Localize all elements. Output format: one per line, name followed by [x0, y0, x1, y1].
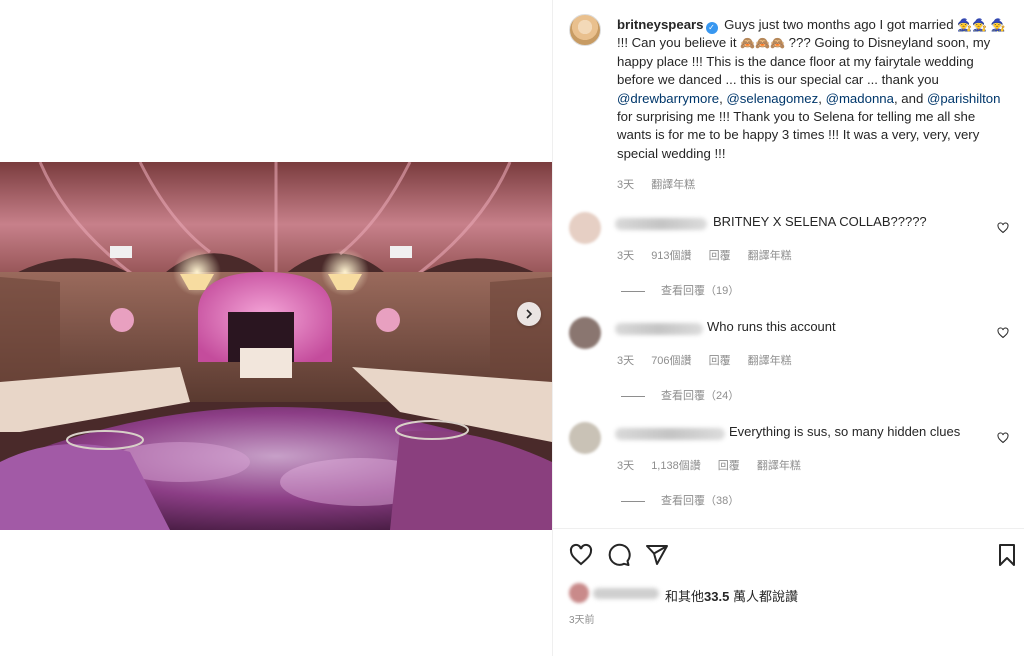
comment-likes[interactable]: 913個讚: [651, 250, 691, 262]
caption-time: 3天: [617, 179, 635, 191]
avatar[interactable]: [569, 422, 601, 454]
mention-link[interactable]: @parishilton: [927, 91, 1001, 106]
caption-part: for surprising me !!! Thank you to Selen…: [617, 109, 980, 161]
reply-button[interactable]: 回覆: [718, 460, 740, 472]
see-translation-button[interactable]: 翻譯年糕: [757, 460, 801, 472]
caption-part: , and: [893, 90, 927, 106]
reply-button[interactable]: 回覆: [709, 250, 731, 262]
comment-meta: 3天 1,138個讚 回覆 翻譯年糕: [617, 457, 815, 473]
mention-link[interactable]: @madonna: [826, 91, 894, 106]
see-translation-button[interactable]: 翻譯年糕: [651, 179, 695, 191]
post-timestamp: 3天前: [569, 615, 595, 626]
divider: [621, 290, 645, 292]
post-side-panel: britneyspears ✓ Guys just two months ago …: [552, 0, 1024, 656]
media-area: [0, 0, 552, 656]
comment-likes[interactable]: 706個讚: [651, 355, 691, 367]
likes-prefix: 和其他: [665, 589, 705, 604]
see-translation-button[interactable]: 翻譯年糕: [748, 355, 792, 367]
share-icon[interactable]: [645, 543, 669, 567]
blurred-username: [593, 588, 659, 599]
avatar[interactable]: [569, 212, 601, 244]
blurred-username[interactable]: [615, 428, 725, 440]
view-replies-label: 查看回覆（38）: [661, 495, 740, 507]
next-image-button[interactable]: [517, 302, 541, 326]
comment-meta: 3天 706個讚 回覆 翻譯年糕: [617, 352, 806, 368]
caption-text: britneyspears ✓ Guys just two months ago …: [617, 16, 1007, 163]
comment-meta: 3天 913個讚 回覆 翻譯年糕: [617, 247, 806, 263]
view-replies-button[interactable]: 查看回覆（19）: [621, 282, 739, 298]
heart-icon[interactable]: [997, 432, 1009, 444]
view-replies-label: 查看回覆（19）: [661, 285, 740, 297]
comment-text: BRITNEY X SELENA COLLAB?????: [713, 214, 927, 229]
divider: [621, 500, 645, 502]
view-replies-button[interactable]: 查看回覆（24）: [621, 387, 739, 403]
avatar[interactable]: [569, 14, 601, 46]
see-no-evil-monkey-emoji: 🙈: [770, 36, 786, 51]
view-replies-button[interactable]: 查看回覆（38）: [621, 492, 739, 508]
caption-part: Guys just two months ago I got married: [720, 17, 958, 32]
blurred-username[interactable]: [615, 218, 707, 230]
wizard-hat-emoji: 🧙: [957, 18, 973, 32]
chevron-right-icon: [526, 309, 533, 319]
username-link[interactable]: britneyspears: [617, 17, 704, 32]
avatar: [569, 583, 589, 603]
comment-time: 3天: [617, 460, 635, 472]
wizard-hat-emoji: 🧙: [990, 18, 1006, 32]
comment-time: 3天: [617, 250, 635, 262]
view-replies-label: 查看回覆（24）: [661, 390, 740, 402]
reply-button[interactable]: 回覆: [709, 355, 731, 367]
heart-icon[interactable]: [997, 327, 1009, 339]
caption-meta: 3天 翻譯年糕: [617, 176, 709, 192]
heart-icon[interactable]: [569, 543, 593, 567]
wedding-dance-floor-image: [0, 162, 552, 530]
likes-count: 和其他33.5 萬人都說讚: [665, 586, 798, 605]
verified-badge-icon: ✓: [705, 22, 718, 34]
see-no-evil-monkey-emoji: 🙈: [755, 36, 771, 51]
mention-link[interactable]: @selenagomez: [726, 91, 818, 106]
comment-text: Who runs this account: [707, 319, 836, 334]
blurred-username[interactable]: [615, 323, 703, 335]
heart-icon[interactable]: [997, 222, 1009, 234]
see-translation-button[interactable]: 翻譯年糕: [748, 250, 792, 262]
post-photo[interactable]: [0, 162, 552, 530]
likes-suffix: 萬人都說讚: [729, 589, 798, 604]
comment-time: 3天: [617, 355, 635, 367]
caption-part: ,: [818, 90, 826, 106]
bookmark-icon[interactable]: [995, 543, 1019, 567]
comment-icon[interactable]: [607, 543, 631, 567]
mention-link[interactable]: @drewbarrymore: [617, 91, 719, 106]
comment-text: Everything is sus, so many hidden clues: [729, 424, 961, 439]
likes-number: 33.5: [704, 589, 730, 604]
likes-summary[interactable]: 和其他33.5 萬人都說讚: [569, 583, 1009, 605]
divider: [621, 395, 645, 397]
wizard-hat-emoji: 🧙: [972, 18, 988, 32]
comment-likes[interactable]: 1,138個讚: [651, 460, 701, 472]
caption-part: !!! Can you believe it: [617, 35, 741, 51]
avatar[interactable]: [569, 317, 601, 349]
see-no-evil-monkey-emoji: 🙈: [740, 36, 756, 51]
post-actions-bar: 和其他33.5 萬人都說讚 3天前: [553, 528, 1024, 656]
